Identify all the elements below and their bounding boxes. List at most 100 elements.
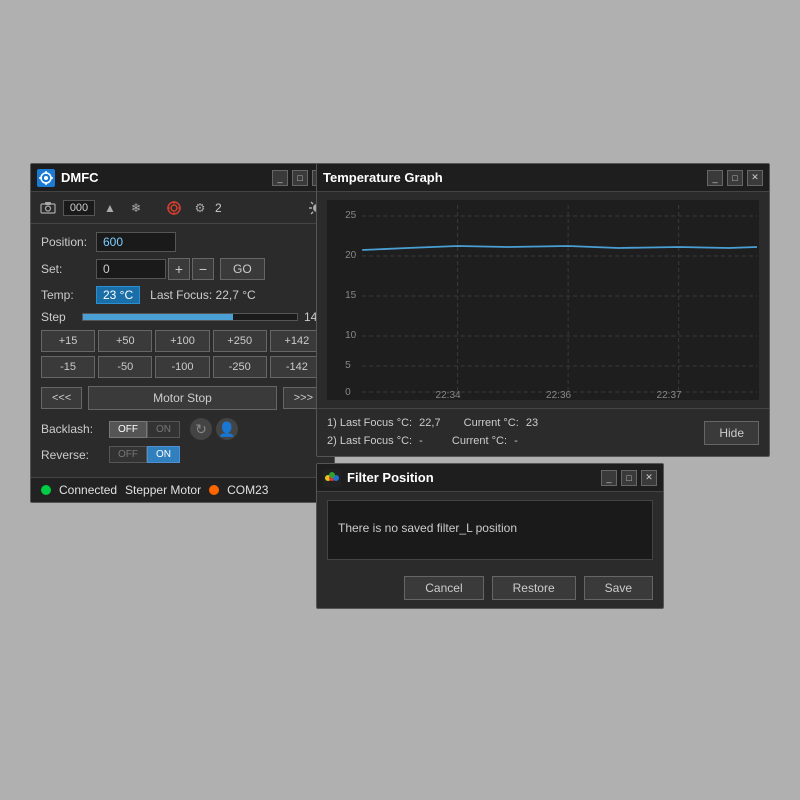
x-label-2236: 22:36 [546,390,572,400]
y-label-10: 10 [345,330,357,341]
go-button[interactable]: GO [220,258,265,280]
dmfc-content: Position: 600 Set: + − GO Temp: 23 °C La… [31,224,334,477]
dmfc-maximize-button[interactable]: □ [292,170,308,186]
dmfc-window: DMFC _ □ ✕ 000 ▲ ❄ ⚙ 2 Position: 600 [30,163,335,503]
minus250-button[interactable]: -250 [213,356,267,378]
y-label-5: 5 [345,360,351,371]
set-label: Set: [41,262,96,276]
position-row: Position: 600 [41,232,324,252]
set-input[interactable] [96,259,166,279]
chart-legend: 1) Last Focus °C: 22,7 Current °C: 23 2)… [327,415,538,450]
save-button[interactable]: Save [584,576,653,600]
filter-position-window: Filter Position _ □ ✕ There is no saved … [316,463,664,609]
position-label: Position: [41,235,96,249]
motor-stop-button[interactable]: Motor Stop [88,386,276,410]
filter-close-button[interactable]: ✕ [641,470,657,486]
negative-buttons: -15 -50 -100 -250 -142 [41,356,324,378]
set-row: Set: + − GO [41,258,324,280]
legend-row-2: 2) Last Focus °C: - Current °C: - [327,433,538,451]
step-bar-fill [83,314,233,320]
plus50-button[interactable]: +50 [98,330,152,352]
plus100-button[interactable]: +100 [155,330,209,352]
filter-maximize-button[interactable]: □ [621,470,637,486]
legend-2-current-val: - [514,435,518,447]
y-label-0: 0 [345,387,351,398]
temperature-graph-window: Temperature Graph _ □ ✕ 25 20 15 10 5 0 [316,163,770,457]
positive-buttons: +15 +50 +100 +250 +142 [41,330,324,352]
toolbar-camera-icon[interactable] [37,197,59,219]
temp-minimize-button[interactable]: _ [707,170,723,186]
port-label: COM23 [227,483,268,497]
port-dot [209,485,219,495]
position-value: 600 [96,232,176,252]
legend-2-val: - [419,435,423,447]
filter-title-left: Filter Position [323,469,434,487]
reverse-on-button[interactable]: ON [147,446,180,463]
step-bar-container [82,313,298,321]
last-focus: Last Focus: 22,7 °C [150,288,256,302]
legend-2-label: 2) Last Focus °C: [327,435,412,447]
temp-title: Temperature Graph [323,170,443,185]
nav-left-button[interactable]: <<< [41,387,82,409]
temp-close-button[interactable]: ✕ [747,170,763,186]
y-label-15: 15 [345,290,357,301]
toolbar-target-icon[interactable] [163,197,185,219]
nav-row: <<< Motor Stop >>> [41,386,324,410]
filter-title: Filter Position [347,470,434,485]
minus-button[interactable]: − [192,258,214,280]
legend-1-current-val: 23 [526,417,538,429]
backlash-on-button[interactable]: ON [147,421,180,438]
dmfc-toolbar: 000 ▲ ❄ ⚙ 2 [31,192,334,224]
minus100-button[interactable]: -100 [155,356,209,378]
spin-person-icon[interactable]: 👤 [216,418,238,440]
filter-icon [323,469,341,487]
temperature-chart: 25 20 15 10 5 0 22:34 22:36 22:37 [327,200,759,400]
backlash-row: Backlash: OFF ON ↻ 👤 [41,418,324,440]
dmfc-title-bar: DMFC _ □ ✕ [31,164,334,192]
reverse-label: Reverse: [41,448,109,462]
plus250-button[interactable]: +250 [213,330,267,352]
minus15-button[interactable]: -15 [41,356,95,378]
hide-button[interactable]: Hide [704,421,759,445]
toolbar-up-icon[interactable]: ▲ [99,197,121,219]
spin-circle-icon[interactable]: ↻ [190,418,212,440]
restore-button[interactable]: Restore [492,576,576,600]
connected-dot [41,485,51,495]
legend-2-current-label: Current °C: [452,435,507,447]
temp-value: 23 °C [96,286,140,304]
backlash-off-button[interactable]: OFF [109,421,147,438]
temp-window-controls: _ □ ✕ [707,170,763,186]
x-label-2234: 22:34 [436,390,462,400]
temp-row: Temp: 23 °C Last Focus: 22,7 °C [41,286,324,304]
filter-message: There is no saved filter_L position [327,500,653,560]
reverse-row: Reverse: OFF ON [41,446,324,463]
dmfc-num-display: 000 [63,200,95,216]
plus-button[interactable]: + [168,258,190,280]
dmfc-title: DMFC [61,170,99,185]
filter-window-controls: _ □ ✕ [601,470,657,486]
spin-icons: ↻ 👤 [190,418,238,440]
plus15-button[interactable]: +15 [41,330,95,352]
toolbar-channel-num: 2 [215,201,222,215]
chart-area: 25 20 15 10 5 0 22:34 22:36 22:37 [327,200,759,400]
toolbar-gear-icon[interactable]: ⚙ [189,197,211,219]
dmfc-icon [37,169,55,187]
dmfc-minimize-button[interactable]: _ [272,170,288,186]
cancel-button[interactable]: Cancel [404,576,483,600]
motor-label: Stepper Motor [125,483,201,497]
connected-label: Connected [59,483,117,497]
step-row: Step 142 [41,310,324,324]
temp-line [362,246,757,250]
dmfc-status-bar: Connected Stepper Motor COM23 [31,477,334,502]
legend-1-current-label: Current °C: [464,417,519,429]
temp-maximize-button[interactable]: □ [727,170,743,186]
reverse-off-button[interactable]: OFF [109,446,147,463]
filter-minimize-button[interactable]: _ [601,470,617,486]
legend-row-1: 1) Last Focus °C: 22,7 Current °C: 23 [327,415,538,433]
backlash-label: Backlash: [41,422,109,436]
temp-label: Temp: [41,288,96,302]
x-label-2237: 22:37 [657,390,683,400]
temp-title-left: Temperature Graph [323,170,443,185]
minus50-button[interactable]: -50 [98,356,152,378]
toolbar-snowflake-icon[interactable]: ❄ [125,197,147,219]
